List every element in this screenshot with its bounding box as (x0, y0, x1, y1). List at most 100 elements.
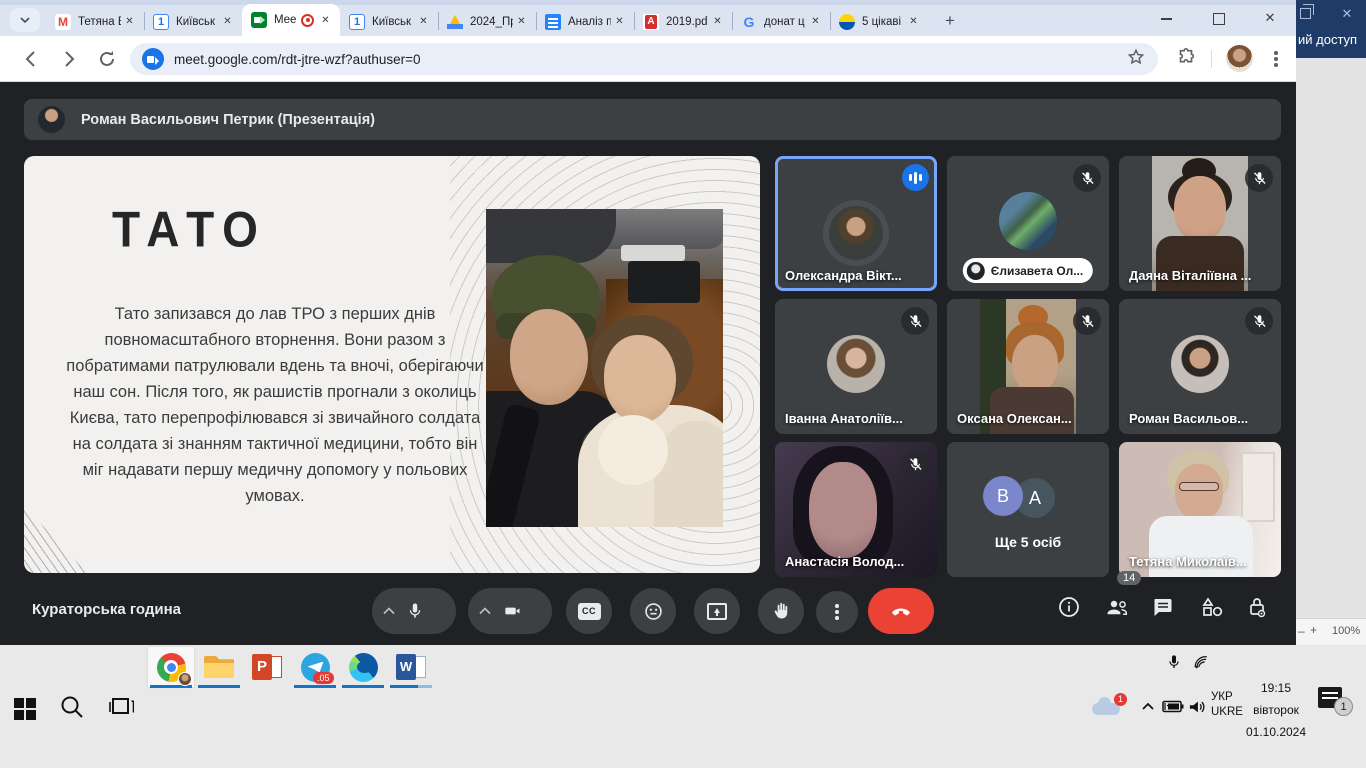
hand-icon (771, 601, 791, 621)
volume-icon[interactable] (1187, 699, 1207, 720)
captions-button[interactable]: CC (566, 588, 612, 634)
meet-site-icon[interactable] (142, 48, 164, 70)
close-icon[interactable]: ✕ (513, 13, 530, 30)
taskbar-explorer-button[interactable] (196, 647, 242, 687)
address-bar[interactable]: meet.google.com/rdt-jtre-wzf?authuser=0 (130, 43, 1158, 75)
word-window-sliver[interactable]: ✕ ий доступ – + 100% (1296, 0, 1366, 645)
participant-name: Оксана Олексан... (957, 411, 1072, 426)
tab-search-button[interactable] (10, 8, 40, 32)
tab-site[interactable]: 5 цікаві ✕ (830, 7, 928, 36)
host-controls-button[interactable] (1246, 595, 1268, 624)
forward-button[interactable] (56, 46, 82, 72)
participants-button[interactable] (1104, 595, 1130, 624)
tab-docs[interactable]: Аналіз п ✕ (536, 7, 634, 36)
minimize-button[interactable] (1140, 0, 1192, 36)
meeting-details-button[interactable] (1057, 595, 1081, 624)
new-tab-button[interactable]: + (938, 9, 962, 33)
tab-gmail[interactable]: M Тетяна Б ✕ (46, 7, 144, 36)
more-options-button[interactable] (816, 591, 858, 633)
meeting-name: Кураторська година (32, 601, 181, 618)
google-icon: G (741, 14, 757, 30)
taskbar-chrome-button[interactable] (148, 647, 194, 687)
tab-google-search[interactable]: G донат ц ✕ (732, 7, 830, 36)
close-icon[interactable]: ✕ (415, 13, 432, 30)
tab-calendar-1[interactable]: 1 Київськ ✕ (144, 7, 242, 36)
tray-chevron-up-icon[interactable] (1141, 700, 1155, 718)
close-icon[interactable]: ✕ (807, 13, 824, 30)
tab-meet-active[interactable]: Mee ✕ (242, 4, 340, 36)
close-icon[interactable]: ✕ (317, 12, 334, 29)
search-icon[interactable] (58, 693, 86, 726)
end-call-button[interactable] (868, 588, 934, 634)
toolbar-divider (1211, 50, 1212, 68)
tile-dayana[interactable]: Даяна Віталіївна ... (1119, 156, 1281, 291)
chat-button[interactable] (1151, 595, 1175, 624)
tile-oksana[interactable]: Оксана Олексан... (947, 299, 1109, 434)
taskbar-clock[interactable]: 19:15 вівторок 01.10.2024 (1238, 677, 1314, 743)
zoom-in-button[interactable]: + (1310, 623, 1317, 637)
running-indicator (294, 685, 336, 688)
present-icon (707, 603, 727, 620)
close-window-button[interactable]: ✕ (1244, 0, 1296, 36)
extensions-icon[interactable] (1175, 47, 1197, 74)
tile-yelyzaveta[interactable]: Єлизавета Ол... (947, 156, 1109, 291)
profile-avatar[interactable] (1226, 45, 1253, 72)
mic-button[interactable] (372, 588, 456, 634)
tile-roman[interactable]: Роман Васильов... (1119, 299, 1281, 434)
close-icon[interactable]: ✕ (905, 13, 922, 30)
taskbar-word-button[interactable] (388, 647, 434, 687)
participant-name: Анастасія Волод... (785, 554, 904, 569)
site-icon (839, 14, 855, 30)
word-share-label: ий доступ (1298, 32, 1364, 47)
mic-icon (406, 602, 424, 620)
zoom-out-button[interactable]: – (1298, 624, 1305, 638)
activities-button[interactable] (1200, 595, 1226, 624)
mic-off-icon (901, 307, 929, 335)
presented-slide: ТАТО Тато запизався до лав ТРО з перших … (24, 156, 760, 573)
close-icon[interactable]: ✕ (121, 13, 138, 30)
close-icon[interactable]: ✕ (611, 13, 628, 30)
present-button[interactable] (694, 588, 740, 634)
gmail-icon: M (55, 14, 71, 30)
tile-anastasiia[interactable]: Анастасія Волод... (775, 442, 937, 577)
taskbar-edge-button[interactable] (340, 647, 386, 687)
tab-title: донат ц (764, 16, 807, 28)
mic-options-chevron-icon[interactable] (372, 602, 406, 620)
close-icon[interactable]: ✕ (1336, 4, 1358, 24)
tab-title: Mee (274, 14, 298, 26)
tile-more-people[interactable]: B A Ще 5 осіб (947, 442, 1109, 577)
camera-button[interactable] (468, 588, 552, 634)
camera-options-chevron-icon[interactable] (468, 602, 502, 620)
close-icon[interactable]: ✕ (219, 13, 236, 30)
restore-icon[interactable] (1300, 8, 1311, 19)
url-text[interactable]: meet.google.com/rdt-jtre-wzf?authuser=0 (174, 52, 1126, 67)
telegram-badge: .05 (313, 672, 334, 684)
more-people-label: Ще 5 осіб (947, 534, 1109, 550)
reload-button[interactable] (94, 46, 120, 72)
taskbar-telegram-button[interactable]: .05 (292, 647, 338, 687)
start-button[interactable] (12, 695, 38, 721)
maximize-button[interactable] (1192, 0, 1244, 36)
tile-tetiana[interactable]: Тетяна Миколаїв... (1119, 442, 1281, 577)
drive-icon (447, 14, 463, 30)
tab-pdf[interactable]: 2019.pd ✕ (634, 7, 732, 36)
tab-drive[interactable]: 2024_Пр ✕ (438, 7, 536, 36)
bookmark-star-icon[interactable] (1126, 47, 1146, 72)
lock-icon (1246, 595, 1268, 619)
tile-oleksandra[interactable]: Олександра Вікт... (775, 156, 937, 291)
slide-photo (486, 209, 723, 527)
reactions-button[interactable] (630, 588, 676, 634)
browser-menu-icon[interactable] (1264, 46, 1288, 72)
onedrive-cloud-icon[interactable]: 1 (1092, 697, 1122, 715)
battery-icon[interactable] (1162, 700, 1184, 718)
close-icon[interactable]: ✕ (709, 13, 726, 30)
raise-hand-button[interactable] (758, 588, 804, 634)
tray-mic-icon[interactable] (1166, 653, 1182, 676)
tray-network-icon[interactable] (1192, 654, 1210, 675)
tab-calendar-2[interactable]: 1 Київськ ✕ (340, 7, 438, 36)
tile-ivanna[interactable]: Іванна Анатоліїв... (775, 299, 937, 434)
word-icon (396, 654, 426, 680)
task-view-icon[interactable] (108, 695, 134, 724)
taskbar-powerpoint-button[interactable] (244, 647, 290, 687)
back-button[interactable] (18, 46, 44, 72)
